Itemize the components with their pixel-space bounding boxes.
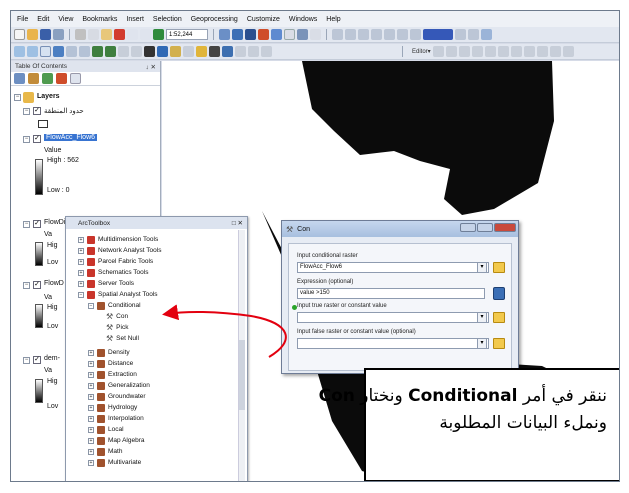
caption-line-2: ونملء البيانات المطلوبة [439,413,607,433]
arabic-caption-box: ننقر في أمر Conditional ونختار Con ونملء… [318,368,619,481]
figure-frame: File Edit View Bookmarks Insert Selectio… [0,0,629,493]
caption-line-1: ننقر في أمر Conditional ونختار Con [318,386,607,406]
arcmap-window: File Edit View Bookmarks Insert Selectio… [10,10,620,482]
